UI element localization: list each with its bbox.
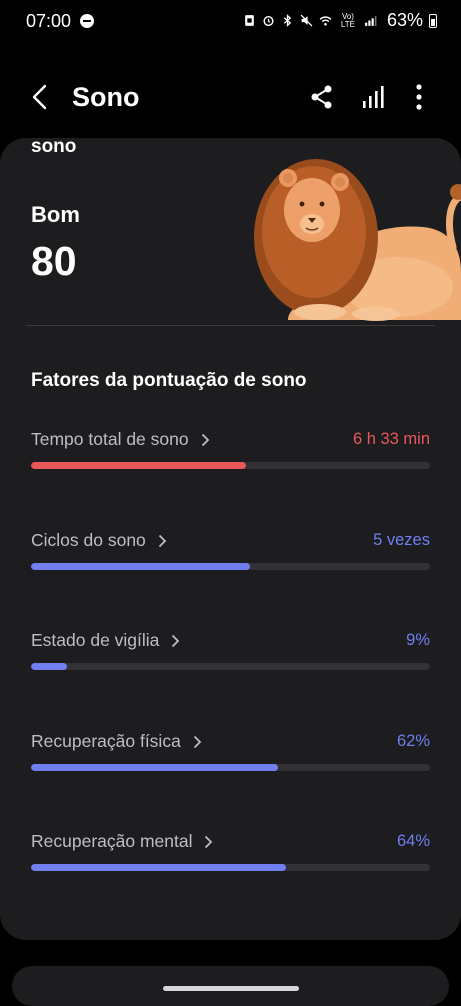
- factor-label: Estado de vigília: [31, 630, 160, 650]
- factor-awake-state[interactable]: Estado de vigília 9%: [31, 630, 430, 680]
- progress-track: [31, 563, 430, 570]
- factor-value: 5 vezes: [373, 531, 430, 549]
- chevron-right-icon: [201, 433, 209, 446]
- progress-fill: [31, 563, 251, 570]
- progress-fill: [31, 764, 279, 771]
- more-vertical-icon[interactable]: [406, 82, 432, 112]
- save-battery-icon: [245, 15, 254, 26]
- status-icons: Vo) LTE 63%: [243, 10, 437, 31]
- chevron-right-icon: [193, 735, 202, 748]
- status-bar: 07:00 Vo) LTE 63%: [0, 0, 461, 44]
- factor-label: Recuperação mental: [31, 831, 193, 851]
- bar-chart-icon[interactable]: [361, 84, 387, 110]
- factor-label: Tempo total de sono: [31, 429, 189, 449]
- lion-illustration: [254, 159, 461, 321]
- progress-fill: [31, 864, 287, 871]
- chevron-right-icon: [158, 534, 167, 547]
- divider: [26, 325, 435, 326]
- battery-percentage: 63%: [386, 10, 423, 30]
- factors-title: Fatores da pontuação de sono: [31, 370, 307, 391]
- factor-value: 9%: [406, 631, 430, 649]
- share-icon[interactable]: [309, 84, 335, 110]
- progress-track: [31, 764, 430, 771]
- factor-value: 64%: [396, 832, 430, 850]
- do-not-disturb-icon: [80, 14, 94, 28]
- wifi-icon: [319, 16, 332, 26]
- progress-fill: [31, 663, 67, 670]
- progress-track: [31, 462, 430, 469]
- progress-track: [31, 864, 430, 871]
- back-arrow-icon[interactable]: [26, 82, 56, 112]
- app-bar: Sono: [0, 70, 461, 126]
- network-type-label: Vo) LTE: [340, 11, 355, 29]
- factor-value: 6 h 33 min: [352, 430, 430, 448]
- factor-mental-recovery[interactable]: Recuperação mental 64%: [31, 831, 430, 881]
- page-title: Sono: [72, 82, 140, 112]
- factor-label: Ciclos do sono: [31, 530, 146, 550]
- home-indicator[interactable]: [163, 986, 299, 991]
- signal-icon: [365, 16, 377, 26]
- status-time: 07:00: [26, 11, 72, 31]
- factor-value: 62%: [396, 732, 430, 750]
- alarm-icon: [263, 16, 274, 27]
- factor-physical-recovery[interactable]: Recuperação física 62%: [31, 731, 430, 781]
- score-label: Bom: [31, 202, 80, 227]
- chevron-right-icon: [205, 835, 213, 848]
- progress-fill: [31, 462, 247, 469]
- factor-sleep-cycles[interactable]: Ciclos do sono 5 vezes: [31, 530, 430, 580]
- chevron-right-icon: [172, 634, 180, 647]
- mute-icon: [300, 14, 313, 27]
- progress-track: [31, 663, 430, 670]
- bluetooth-icon: [283, 14, 292, 27]
- factor-label: Recuperação física: [31, 731, 181, 751]
- battery-icon: [429, 13, 437, 28]
- score-value: 80: [31, 238, 77, 284]
- card-title-partial: sono: [31, 138, 77, 157]
- sleep-score-card: sono Bom 80 Fatores da pontuação de sono…: [0, 138, 461, 940]
- factor-total-sleep[interactable]: Tempo total de sono 6 h 33 min: [31, 429, 430, 479]
